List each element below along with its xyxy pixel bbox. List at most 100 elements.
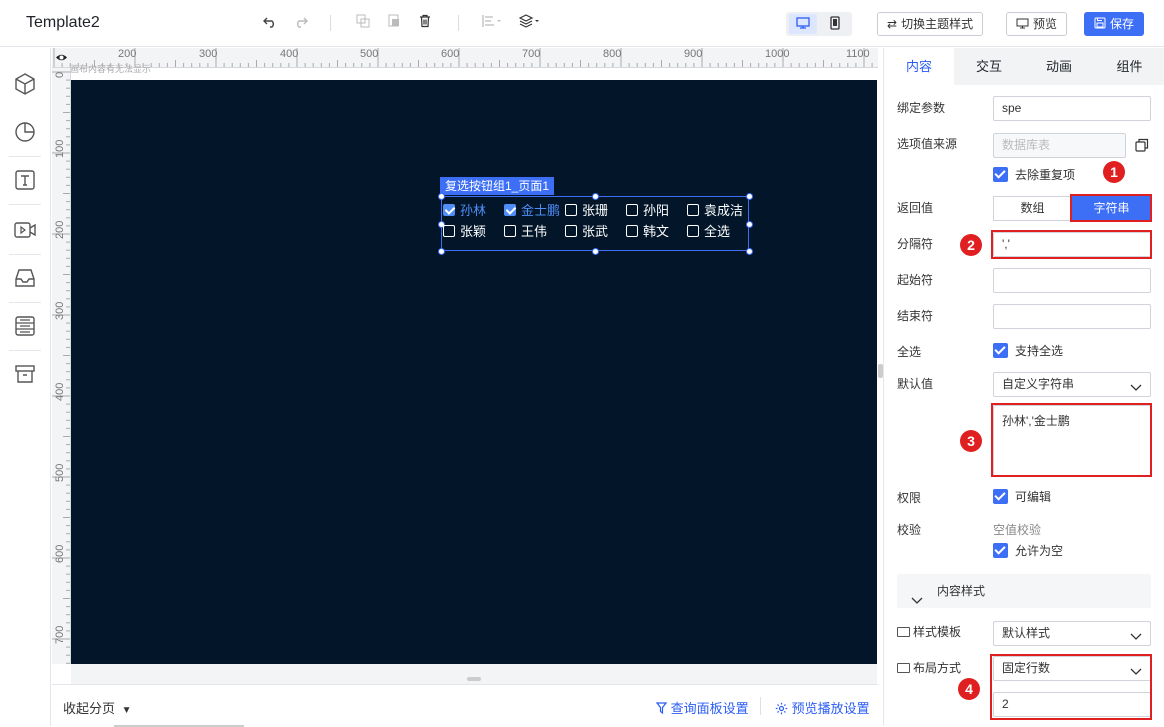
ruler-label: 900 [684, 48, 703, 60]
separator-label: 分隔符 [897, 237, 934, 251]
checkbox-option[interactable]: 金士鹏 [504, 203, 560, 219]
layout-mode-label: 布局方式 [897, 659, 961, 676]
ruler-label: 200 [118, 48, 137, 60]
checkbox-option[interactable]: 张珊 [565, 203, 608, 219]
checkbox-option[interactable]: 袁成洁 [687, 203, 743, 219]
redo-icon[interactable] [292, 14, 310, 32]
archive-icon[interactable] [13, 362, 37, 386]
tab-animation[interactable]: 动画 [1024, 48, 1094, 85]
checkbox-option[interactable]: 孙阳 [626, 203, 669, 219]
checkbox-option[interactable]: 孙林 [443, 203, 486, 219]
undo-icon[interactable] [261, 14, 279, 32]
app-title: Template2 [26, 14, 100, 31]
checkbox-checked-icon [993, 343, 1008, 358]
support-select-all-checkbox[interactable]: 支持全选 [993, 343, 1063, 359]
style-template-label: 样式模板 [897, 623, 961, 640]
annotation-box [1070, 194, 1152, 222]
resize-handle[interactable] [438, 248, 445, 255]
checkbox-option[interactable]: 全选 [687, 224, 730, 240]
option-label: 全选 [704, 224, 731, 239]
ruler-label: 1100 [846, 48, 870, 60]
copy-source-icon[interactable] [1135, 138, 1149, 155]
align-icon[interactable] [480, 14, 504, 32]
save-icon [1094, 17, 1106, 31]
save-button[interactable]: 保存 [1084, 12, 1145, 36]
inbox-icon[interactable] [13, 266, 37, 290]
left-sidebar [0, 48, 51, 726]
end-char-input[interactable] [993, 304, 1151, 329]
preview-button[interactable]: 预览 [1006, 12, 1068, 36]
scrollbar-thumb[interactable] [467, 677, 481, 681]
bind-param-input[interactable]: spe [993, 96, 1151, 121]
mobile-view-icon[interactable] [821, 14, 849, 34]
delete-icon[interactable] [416, 14, 434, 32]
monitor-icon [1016, 17, 1029, 31]
caret-down-icon: ▼ [121, 705, 132, 716]
checkbox-option[interactable]: 张颖 [443, 224, 486, 240]
pie-chart-icon[interactable] [13, 120, 37, 144]
top-toolbar: Template2 ⇄ 切换主题样式 预览 保存 [0, 0, 1164, 47]
switch-theme-button[interactable]: ⇄ 切换主题样式 [877, 12, 984, 36]
resize-handle[interactable] [438, 193, 445, 200]
desktop-view-icon[interactable] [789, 14, 817, 34]
checkbox-icon [504, 225, 516, 237]
ruler-label: 500 [360, 48, 379, 60]
tab-interaction[interactable]: 交互 [954, 48, 1024, 85]
checkbox-checked-icon [993, 543, 1008, 558]
switch-theme-label: 切换主题样式 [901, 17, 974, 31]
preview-label: 预览 [1033, 17, 1058, 31]
resize-handle[interactable] [746, 193, 753, 200]
save-label: 保存 [1110, 17, 1135, 31]
preview-play-settings-link[interactable]: 预览播放设置 [775, 698, 870, 717]
checkbox-icon [687, 204, 699, 216]
checkbox-icon [626, 225, 638, 237]
tab-content[interactable]: 内容 [884, 48, 954, 85]
form-icon[interactable] [13, 314, 37, 338]
default-value-label: 默认值 [897, 377, 934, 391]
tab-component[interactable]: 组件 [1094, 48, 1164, 85]
horizontal-scrollbar[interactable] [71, 664, 877, 684]
gear-icon [775, 701, 788, 716]
chevron-down-icon [1130, 378, 1142, 391]
ruler-label: 700 [522, 48, 541, 60]
checkbox-option[interactable]: 韩文 [626, 224, 669, 240]
layers-icon[interactable] [518, 14, 542, 32]
eye-icon[interactable] [55, 51, 68, 64]
return-array-option[interactable]: 数组 [993, 196, 1072, 221]
collapse-pages-button[interactable]: 收起分页 ▼ [63, 698, 132, 717]
paste-icon[interactable] [385, 14, 403, 32]
monitor-icon [897, 627, 910, 637]
ruler-top: 200 300 400 500 600 700 800 900 1000 110… [52, 48, 878, 68]
ruler-hint: 画布内容有无法显示 [70, 64, 152, 74]
checkbox-icon [687, 225, 699, 237]
bind-param-label: 绑定参数 [897, 101, 946, 115]
ruler-label: 400 [280, 48, 299, 60]
editable-checkbox[interactable]: 可编辑 [993, 489, 1051, 505]
checkbox-checked-icon [993, 489, 1008, 504]
resize-handle[interactable] [746, 248, 753, 255]
cube-icon[interactable] [13, 72, 37, 96]
chevron-down-icon [911, 585, 923, 604]
design-canvas[interactable] [71, 80, 877, 664]
media-icon[interactable] [13, 218, 37, 242]
allow-empty-checkbox[interactable]: 允许为空 [993, 543, 1063, 559]
default-value-select[interactable]: 自定义字符串 [993, 372, 1151, 397]
start-char-input[interactable] [993, 268, 1151, 293]
option-source-input[interactable]: 数据库表 [993, 133, 1126, 158]
text-box-icon[interactable] [13, 168, 37, 192]
option-label: 韩文 [643, 224, 670, 239]
checkbox-group-component[interactable]: 孙林 金士鹏 张珊 孙阳 袁成洁 张颖 王伟 张武 韩文 全选 [438, 193, 753, 255]
copy-icon[interactable] [354, 14, 372, 32]
annotation-badge: 2 [960, 234, 982, 256]
dedupe-checkbox[interactable]: 去除重复项 [993, 167, 1075, 183]
checkbox-option[interactable]: 张武 [565, 224, 608, 240]
checkbox-option[interactable]: 王伟 [504, 224, 547, 240]
resize-handle[interactable] [746, 221, 753, 228]
annotation-box [990, 654, 1152, 720]
resize-handle[interactable] [592, 193, 599, 200]
query-panel-settings-link[interactable]: 查询面板设置 [655, 698, 749, 717]
option-label: 张珊 [582, 203, 609, 218]
content-style-section[interactable]: 内容样式 [897, 574, 1151, 608]
style-template-select[interactable]: 默认样式 [993, 621, 1151, 646]
resize-handle[interactable] [592, 248, 599, 255]
